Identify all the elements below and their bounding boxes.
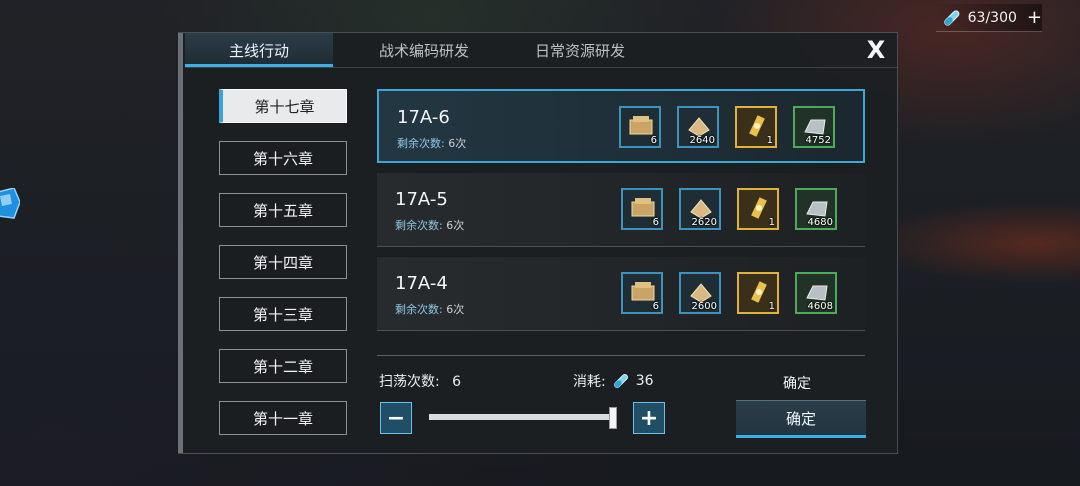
remaining-value: 6次 — [446, 219, 465, 232]
reward-list: 6 2620 1 4680 — [621, 188, 837, 230]
reward-count: 4752 — [805, 135, 831, 146]
reward-parts[interactable]: 4752 — [793, 106, 835, 148]
remaining-value: 6次 — [446, 303, 465, 316]
sweep-count-value: 6 — [452, 374, 462, 390]
cost-label: 消耗: — [573, 374, 606, 390]
cost-display: 消耗: 36 — [573, 371, 654, 391]
reward-core[interactable]: 1 — [735, 106, 777, 148]
reward-parts[interactable]: 4680 — [795, 188, 837, 230]
tab-main-story[interactable]: 主线行动 — [185, 33, 333, 67]
stage-remaining: 剩余次数: 6次 — [397, 135, 466, 151]
reward-parts[interactable]: 4608 — [795, 272, 837, 314]
stage-row[interactable]: 17A-5 剩余次数: 6次 6 2620 1 4680 — [377, 173, 865, 247]
reward-count: 6 — [650, 135, 657, 146]
increase-button[interactable]: + — [633, 402, 665, 434]
stage-list: 17A-6 剩余次数: 6次 6 2640 1 4752 17A-5 剩余次数:… — [377, 89, 867, 335]
reward-count: 1 — [766, 135, 773, 146]
stage-row[interactable]: 17A-4 剩余次数: 6次 6 2600 1 4608 — [377, 257, 865, 331]
reward-supply[interactable]: 6 — [621, 272, 663, 314]
reward-count: 1 — [768, 301, 775, 312]
sweep-slider-handle[interactable] — [609, 407, 617, 429]
chapter-item-15[interactable]: 第十五章 — [219, 193, 347, 227]
remaining-label: 剩余次数: — [395, 219, 443, 232]
confirm-button[interactable]: 确定 — [736, 400, 866, 438]
chapter-item-14[interactable]: 第十四章 — [219, 245, 347, 279]
stage-name: 17A-5 — [395, 189, 448, 210]
reward-ration[interactable]: 2620 — [679, 188, 721, 230]
reward-count: 6 — [652, 217, 659, 228]
sweep-count: 扫荡次数: 6 — [379, 371, 461, 391]
tab-tactical-code[interactable]: 战术编码研发 — [333, 33, 515, 67]
gem-icon[interactable] — [0, 188, 20, 220]
stage-row[interactable]: 17A-6 剩余次数: 6次 6 2640 1 4752 — [377, 89, 865, 163]
sweep-count-label: 扫荡次数: — [379, 374, 440, 390]
vial-icon — [613, 374, 628, 388]
stage-remaining: 剩余次数: 6次 — [395, 301, 464, 317]
stage-name: 17A-4 — [395, 273, 448, 294]
reward-supply[interactable]: 6 — [619, 106, 661, 148]
reward-ration[interactable]: 2600 — [679, 272, 721, 314]
reward-count: 6 — [652, 301, 659, 312]
cost-value: 36 — [635, 373, 654, 389]
remaining-label: 剩余次数: — [397, 137, 445, 150]
sweep-slider[interactable] — [429, 414, 617, 420]
tab-bar: 主线行动 战术编码研发 日常资源研发 — [185, 33, 645, 67]
reward-count: 1 — [768, 217, 775, 228]
reward-list: 6 2640 1 4752 — [619, 106, 835, 148]
chapter-item-12[interactable]: 第十二章 — [219, 349, 347, 383]
tab-divider — [185, 67, 897, 68]
remaining-label: 剩余次数: — [395, 303, 443, 316]
vial-icon — [944, 9, 960, 26]
decrease-button[interactable]: − — [380, 402, 412, 434]
chapter-item-16[interactable]: 第十六章 — [219, 141, 347, 175]
reward-count: 4608 — [807, 301, 833, 312]
reward-core[interactable]: 1 — [737, 272, 779, 314]
stage-list-divider — [377, 355, 865, 356]
chapter-list: 第十七章 第十六章 第十五章 第十四章 第十三章 第十二章 第十一章 — [219, 89, 347, 453]
chapter-item-13[interactable]: 第十三章 — [219, 297, 347, 331]
close-button[interactable]: X — [863, 36, 889, 64]
chapter-item-17[interactable]: 第十七章 — [219, 89, 347, 123]
chapter-item-11[interactable]: 第十一章 — [219, 401, 347, 435]
sweep-panel: 主线行动 战术编码研发 日常资源研发 X 第十七章 第十六章 第十五章 第十四章… — [178, 32, 898, 454]
reward-core[interactable]: 1 — [737, 188, 779, 230]
reward-count: 2600 — [691, 301, 717, 312]
remaining-value: 6次 — [448, 137, 467, 150]
energy-value: 63/300 — [967, 9, 1017, 26]
reward-count: 4680 — [807, 217, 833, 228]
tab-daily-resource[interactable]: 日常资源研发 — [515, 33, 645, 67]
reward-list: 6 2600 1 4608 — [621, 272, 837, 314]
panel-edge — [178, 33, 183, 453]
stage-remaining: 剩余次数: 6次 — [395, 217, 464, 233]
energy-counter: 63/300 + — [936, 4, 1042, 32]
stage-name: 17A-6 — [397, 107, 450, 128]
add-energy-button[interactable]: + — [1027, 7, 1042, 28]
confirm-label: 确定 — [783, 376, 811, 392]
reward-count: 2620 — [691, 217, 717, 228]
reward-supply[interactable]: 6 — [621, 188, 663, 230]
reward-count: 2640 — [689, 135, 715, 146]
reward-ration[interactable]: 2640 — [677, 106, 719, 148]
